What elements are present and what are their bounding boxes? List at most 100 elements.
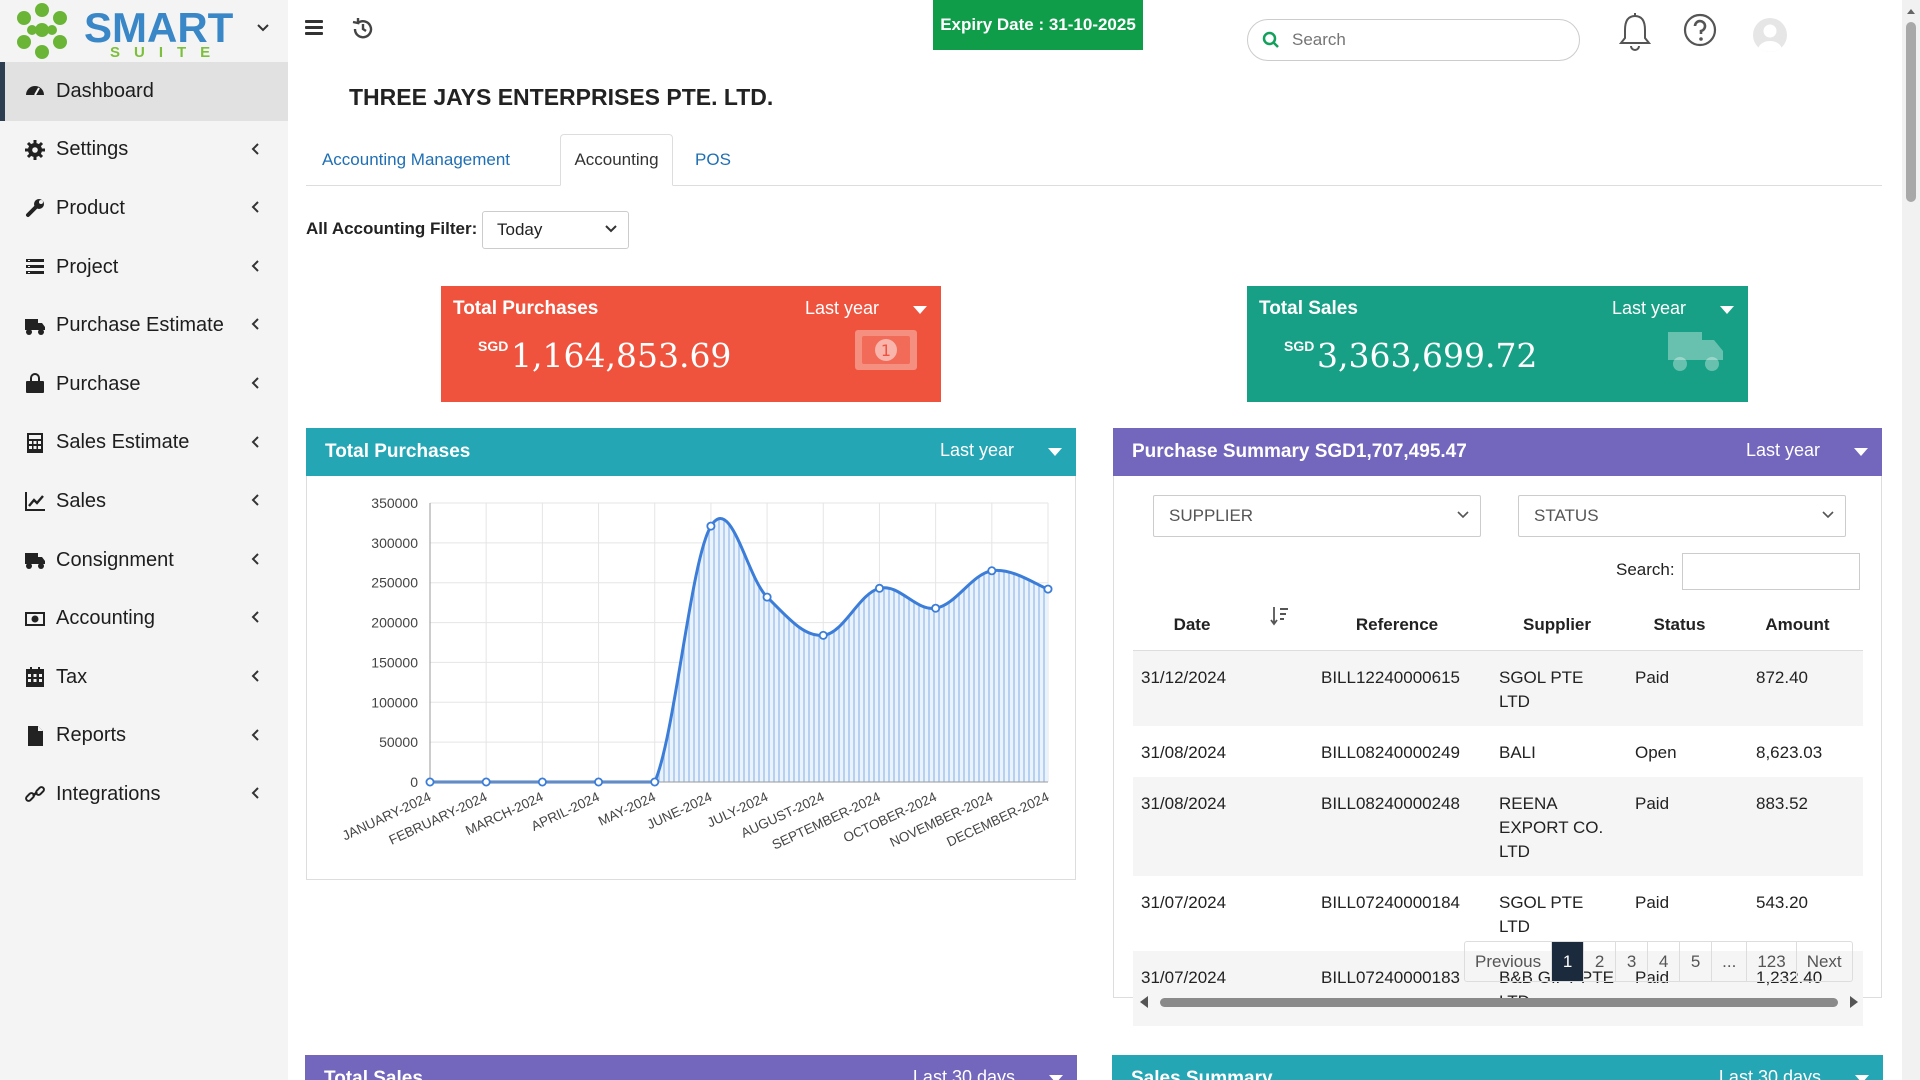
data-point — [481, 777, 491, 787]
cell-date: 31/08/2024 — [1141, 742, 1227, 762]
chevron-down-icon — [1822, 511, 1834, 519]
sidebar-item-accounting[interactable]: Accounting — [0, 589, 288, 648]
caret-down-icon[interactable] — [1048, 448, 1062, 456]
sidebar-nav: Dashboard Settings Product Project Purchase … — [0, 62, 288, 824]
pagination-next[interactable]: Next — [1795, 942, 1852, 981]
pagination-page-5[interactable]: 5 — [1679, 942, 1711, 981]
tab-pos[interactable]: POS — [673, 134, 753, 186]
help-icon[interactable] — [1683, 13, 1717, 52]
avatar[interactable] — [1753, 18, 1787, 52]
pagination-page-1[interactable]: 1 — [1551, 942, 1584, 981]
horizontal-scrollbar[interactable] — [1138, 994, 1860, 1010]
status-select[interactable]: STATUS — [1518, 495, 1846, 537]
cell-amount: 883.52 — [1732, 776, 1863, 876]
range-select[interactable]: Last year — [940, 440, 1014, 461]
supplier-select[interactable]: SUPPLIER — [1153, 495, 1481, 537]
cell-reference: BILL07240000184 — [1321, 892, 1460, 912]
range-select[interactable]: Last 30 days — [913, 1067, 1015, 1080]
panel-header: Total Sales Last 30 days — [305, 1055, 1077, 1080]
accounting-filter-select[interactable]: Today — [482, 211, 629, 249]
range-select[interactable]: Last 30 days — [1719, 1067, 1821, 1080]
search-box[interactable] — [1247, 19, 1580, 61]
pagination-page-123[interactable]: 123 — [1746, 942, 1795, 981]
caret-down-icon[interactable] — [1854, 448, 1868, 456]
chevron-left-icon — [250, 317, 260, 336]
vertical-scrollbar[interactable] — [1902, 0, 1920, 1080]
data-point — [818, 630, 828, 640]
app-logo[interactable]: SMART SUITE — [10, 2, 280, 62]
range-select[interactable]: Last year — [1612, 298, 1686, 319]
scrollbar-thumb[interactable] — [1160, 998, 1838, 1007]
caret-down-icon[interactable] — [1720, 306, 1734, 314]
search-input[interactable] — [1292, 30, 1552, 50]
truck-icon — [24, 549, 46, 571]
caret-down-icon[interactable] — [1855, 1075, 1869, 1080]
sidebar-item-dashboard[interactable]: Dashboard — [0, 62, 288, 121]
tab-accounting[interactable]: Accounting — [560, 134, 673, 186]
sidebar-item-label: Project — [56, 255, 119, 278]
scroll-up-icon[interactable] — [1902, 4, 1920, 18]
table-row[interactable]: 31/08/2024 BILL08240000248 REENA EXPORT CO… — [1133, 776, 1863, 876]
cell-reference: BILL07240000183 — [1307, 950, 1487, 1026]
sidebar-item-sales[interactable]: Sales — [0, 472, 288, 531]
sidebar-item-tax[interactable]: Tax — [0, 648, 288, 707]
x-tick-label: DECEMBER-2024 — [944, 789, 1051, 850]
tab-accounting-management[interactable]: Accounting Management — [306, 134, 526, 186]
sort-icon[interactable] — [1251, 600, 1307, 651]
chevron-left-icon — [250, 142, 260, 161]
pagination-page-3[interactable]: 3 — [1615, 942, 1647, 981]
sidebar-item-purchase-estimate[interactable]: Purchase Estimate — [0, 296, 288, 355]
sidebar-item-settings[interactable]: Settings — [0, 121, 288, 180]
pagination-page-2[interactable]: 2 — [1583, 942, 1615, 981]
table-row[interactable]: 31/07/2024 BILL07240000184 SGOL PTE LTD Pai… — [1133, 876, 1863, 951]
column-header-reference[interactable]: Reference — [1307, 600, 1487, 651]
sidebar-item-label: Accounting — [56, 607, 155, 630]
cell-amount: 872.40 — [1732, 650, 1863, 726]
chevron-left-icon — [250, 200, 260, 219]
data-point — [537, 777, 547, 787]
card-title: Total Purchases — [453, 298, 599, 319]
scroll-left-icon[interactable] — [1138, 994, 1150, 1010]
cell-supplier: SGOL PTE LTD — [1487, 650, 1627, 726]
column-header-status[interactable]: Status — [1627, 600, 1732, 651]
pagination-previous[interactable]: Previous — [1465, 942, 1551, 981]
sidebar-item-consignment[interactable]: Consignment — [0, 531, 288, 590]
range-select[interactable]: Last year — [1746, 440, 1820, 461]
sidebar-item-reports[interactable]: Reports — [0, 707, 288, 766]
table-search-input[interactable] — [1682, 553, 1860, 590]
menu-toggle-icon[interactable] — [305, 20, 323, 36]
sidebar-item-integrations[interactable]: Integrations — [0, 765, 288, 824]
column-header-date[interactable]: Date — [1133, 600, 1251, 651]
range-select[interactable]: Last year — [805, 298, 879, 319]
panel-header: Purchase Summary SGD1,707,495.47 Last ye… — [1113, 428, 1882, 476]
total-purchases-value: 1,164,853.69 — [511, 336, 732, 375]
pagination-page-4[interactable]: 4 — [1647, 942, 1679, 981]
scroll-right-icon[interactable] — [1848, 994, 1860, 1010]
chevron-left-icon — [250, 376, 260, 395]
y-tick-label: 350000 — [371, 495, 418, 511]
column-header-supplier[interactable]: Supplier — [1487, 600, 1627, 651]
total-sales-chart-panel: Total Sales Last 30 days — [305, 1055, 1077, 1080]
history-icon[interactable] — [350, 16, 376, 47]
caret-down-icon[interactable] — [1049, 1075, 1063, 1080]
sidebar-item-label: Consignment — [56, 548, 174, 571]
sidebar-item-label: Purchase — [56, 372, 141, 395]
calculator-icon — [24, 432, 46, 454]
table-row[interactable]: 31/12/2024 BILL12240000615 SGOL PTE LTD Pai… — [1133, 650, 1863, 726]
column-header-amount[interactable]: Amount — [1732, 600, 1863, 651]
sidebar-item-sales-estimate[interactable]: Sales Estimate — [0, 414, 288, 473]
sidebar-item-label: Reports — [56, 724, 127, 747]
sidebar-item-product[interactable]: Product — [0, 179, 288, 238]
caret-down-icon[interactable] — [913, 306, 927, 314]
supplier-select-value: SUPPLIER — [1169, 506, 1254, 525]
sidebar-item-purchase[interactable]: Purchase — [0, 355, 288, 414]
chevron-down-icon[interactable] — [256, 20, 270, 36]
scrollbar-thumb[interactable] — [1906, 22, 1916, 202]
chevron-left-icon — [250, 728, 260, 747]
cell-reference: BILL08240000248 — [1307, 776, 1487, 876]
sidebar-item-label: Sales Estimate — [56, 431, 190, 454]
sidebar-item-project[interactable]: Project — [0, 238, 288, 297]
bell-icon[interactable] — [1617, 12, 1653, 57]
table-row[interactable]: 31/08/2024 BILL08240000249 BALI Open 8,623.0… — [1133, 726, 1863, 777]
tab-bar: Accounting Management Accounting POS — [306, 134, 1882, 186]
